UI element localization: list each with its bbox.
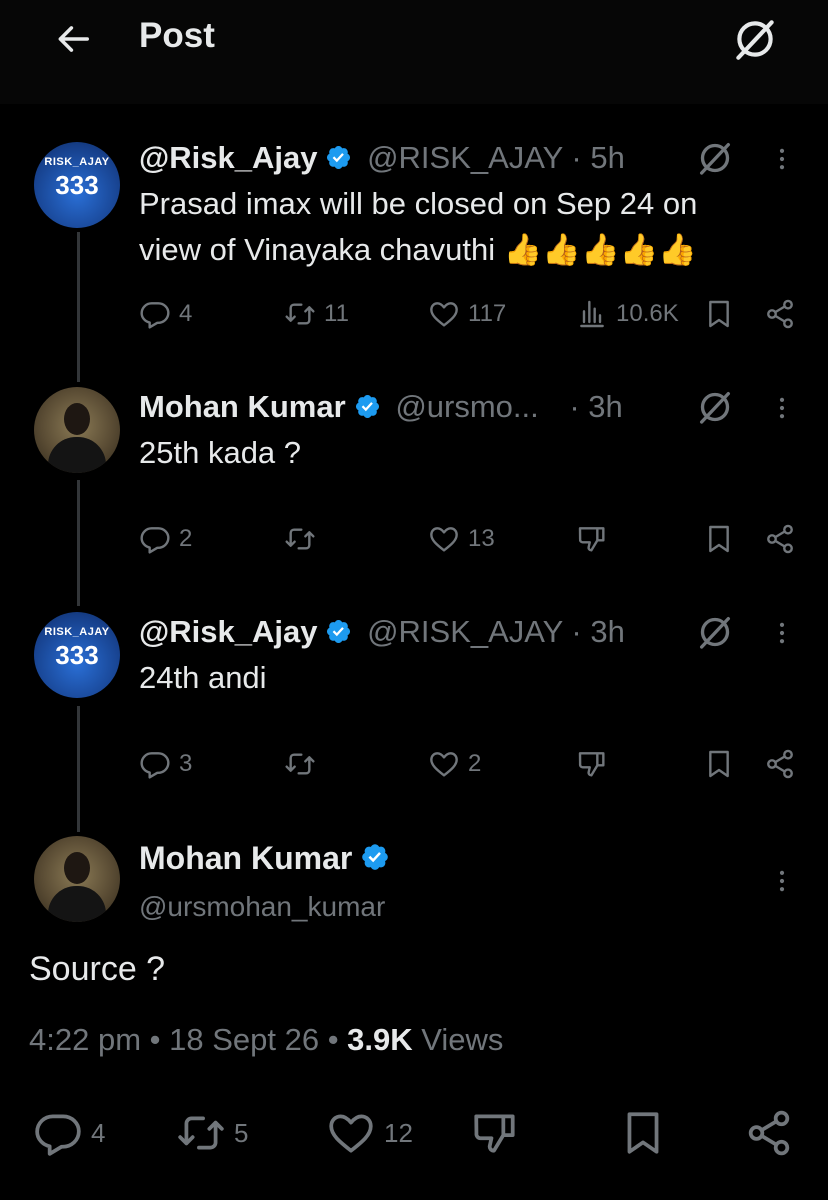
bookmark-button[interactable] (703, 748, 743, 780)
reply-icon (139, 748, 171, 780)
page-title: Post (139, 16, 215, 55)
tweet-header: @Risk_Ajay @RISK_AJAY · 3h (139, 612, 625, 652)
avatar[interactable] (34, 387, 120, 473)
reply-icon (33, 1108, 83, 1158)
bookmark-icon (618, 1108, 668, 1158)
heart-icon (428, 523, 460, 555)
dislike-button[interactable] (576, 748, 616, 780)
tweet-text-line-2: view of Vinayaka chavuthi 👍👍👍👍👍 (139, 232, 697, 267)
views-label: Views (421, 1022, 504, 1057)
grok-icon[interactable] (695, 387, 735, 427)
tweet-text: 24th andi (139, 660, 267, 695)
heart-icon (326, 1108, 376, 1158)
dislike-button[interactable] (470, 1108, 528, 1158)
reply-button[interactable]: 2 (139, 523, 192, 555)
tweet-header: Mohan Kumar @ursmo... · 3h (139, 387, 623, 427)
main-display-name[interactable]: Mohan Kumar (139, 840, 390, 877)
views-icon (576, 298, 608, 330)
timestamp[interactable]: · 3h (569, 389, 622, 424)
grok-icon[interactable] (695, 138, 735, 178)
share-icon (764, 748, 796, 780)
reply-icon (139, 298, 171, 330)
handle[interactable]: @RISK_AJAY (367, 140, 563, 175)
verified-badge-icon (354, 393, 381, 420)
grok-icon[interactable] (730, 14, 780, 64)
like-button[interactable]: 2 (428, 748, 481, 780)
share-button[interactable] (764, 523, 804, 555)
dislike-icon (470, 1108, 520, 1158)
tweet-text-line-1: Prasad imax will be closed on Sep 24 on (139, 186, 698, 221)
main-handle[interactable]: @ursmohan_kumar (139, 891, 385, 923)
main-avatar[interactable] (34, 836, 120, 922)
bookmark-icon (703, 748, 735, 780)
reply-button[interactable]: 3 (139, 748, 192, 780)
timestamp[interactable]: · 5h (571, 140, 624, 175)
bookmark-icon (703, 523, 735, 555)
post-date[interactable]: 18 Sept 26 (169, 1022, 319, 1057)
main-tweet-text: Source ? (29, 950, 166, 988)
thread-line (77, 706, 80, 832)
verified-badge-icon (360, 842, 390, 872)
like-button[interactable]: 12 (326, 1108, 413, 1158)
like-button[interactable]: 13 (428, 523, 495, 555)
display-name[interactable]: @Risk_Ajay (139, 140, 317, 175)
grok-icon[interactable] (695, 612, 735, 652)
share-icon (764, 523, 796, 555)
tweet-meta: 4:22 pm • 18 Sept 26 • 3.9K Views (29, 1022, 504, 1057)
views-count[interactable]: 3.9K (347, 1022, 412, 1057)
top-bar: Post (0, 0, 828, 104)
avatar[interactable]: RISK_AJAY 333 (34, 142, 120, 228)
bookmark-button[interactable] (703, 298, 743, 330)
tweet-text: 25th kada ? (139, 435, 302, 470)
share-button[interactable] (744, 1108, 802, 1158)
back-arrow-icon[interactable] (52, 20, 94, 58)
more-options-icon[interactable] (768, 391, 796, 425)
repost-button[interactable]: 5 (176, 1108, 248, 1158)
reply-button[interactable]: 4 (139, 298, 192, 330)
tweet-header: @Risk_Ajay @RISK_AJAY · 5h (139, 138, 625, 178)
views-button[interactable]: 10.6K (576, 298, 679, 330)
like-button[interactable]: 117 (428, 298, 506, 330)
bookmark-button[interactable] (618, 1108, 676, 1158)
handle[interactable]: @RISK_AJAY (367, 614, 563, 649)
more-options-icon[interactable] (768, 864, 796, 898)
display-name[interactable]: @Risk_Ajay (139, 614, 317, 649)
dislike-icon (576, 748, 608, 780)
share-button[interactable] (764, 298, 804, 330)
thread-line (77, 480, 80, 606)
timestamp[interactable]: · 3h (571, 614, 624, 649)
verified-badge-icon (325, 618, 352, 645)
repost-icon (284, 523, 316, 555)
dislike-icon (576, 523, 608, 555)
share-button[interactable] (764, 748, 804, 780)
post-time[interactable]: 4:22 pm (29, 1022, 141, 1057)
reply-icon (139, 523, 171, 555)
share-icon (744, 1108, 794, 1158)
more-options-icon[interactable] (768, 616, 796, 650)
repost-icon (284, 298, 316, 330)
repost-icon (284, 748, 316, 780)
handle[interactable]: @ursmo... (395, 389, 538, 424)
avatar[interactable]: RISK_AJAY 333 (34, 612, 120, 698)
repost-button[interactable] (284, 748, 324, 780)
heart-icon (428, 298, 460, 330)
repost-button[interactable] (284, 523, 324, 555)
repost-icon (176, 1108, 226, 1158)
share-icon (764, 298, 796, 330)
heart-icon (428, 748, 460, 780)
display-name[interactable]: Mohan Kumar (139, 389, 346, 424)
reply-button[interactable]: 4 (33, 1108, 105, 1158)
bookmark-button[interactable] (703, 523, 743, 555)
dislike-button[interactable] (576, 523, 616, 555)
verified-badge-icon (325, 144, 352, 171)
thread-line (77, 232, 80, 382)
repost-button[interactable]: 11 (284, 298, 349, 330)
more-options-icon[interactable] (768, 142, 796, 176)
bookmark-icon (703, 298, 735, 330)
